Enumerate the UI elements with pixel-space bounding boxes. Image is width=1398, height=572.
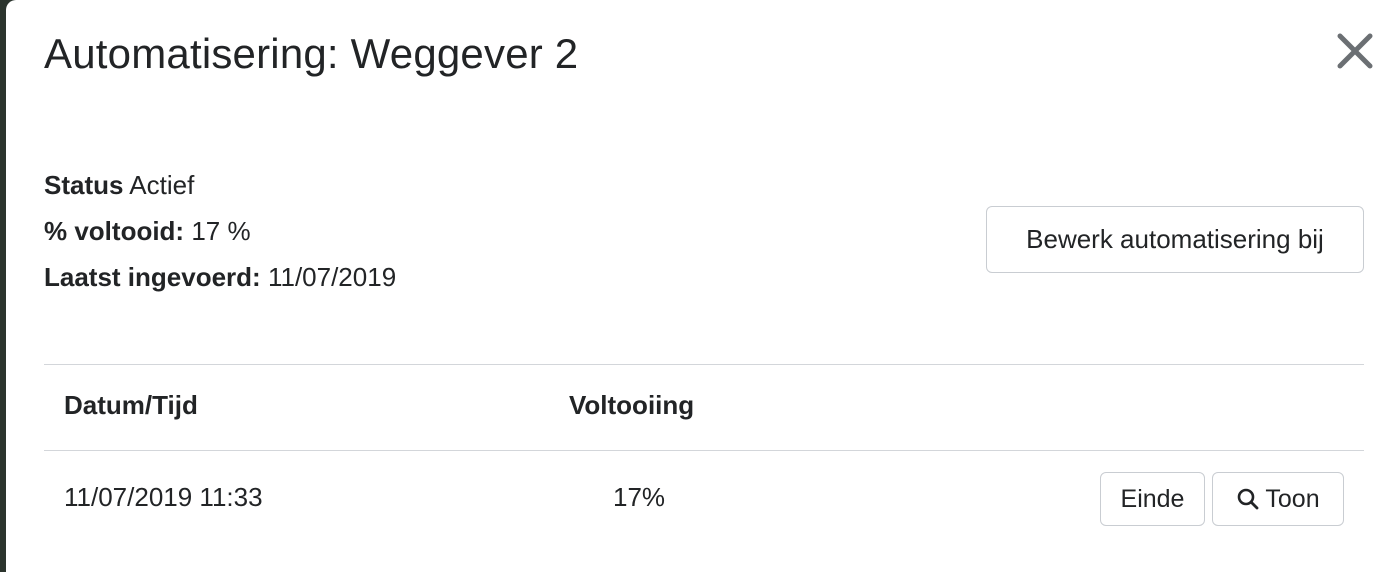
show-button[interactable]: Toon [1212, 472, 1344, 526]
last-entered-line: Laatst ingevoerd: 11/07/2019 [44, 254, 396, 300]
row-datetime: 11/07/2019 11:33 [64, 482, 263, 512]
table-top-divider [44, 364, 1364, 365]
automation-info: Status Actief % voltooid: 17 % Laatst in… [44, 162, 396, 300]
table-header-divider [44, 450, 1364, 451]
close-icon [1337, 33, 1373, 69]
automation-modal: Automatisering: Weggever 2 Status Actief… [6, 0, 1398, 572]
status-label: Status [44, 170, 124, 200]
modal-title: Automatisering: Weggever 2 [44, 30, 579, 77]
status-line: Status Actief [44, 162, 396, 208]
status-value: Actief [129, 170, 195, 200]
column-header-datetime: Datum/Tijd [64, 390, 198, 420]
last-entered-label: Laatst ingevoerd: [44, 262, 261, 292]
completed-line: % voltooid: 17 % [44, 208, 396, 254]
close-button[interactable] [1332, 28, 1378, 74]
show-button-label: Toon [1265, 484, 1320, 513]
last-entered-value: 11/07/2019 [267, 262, 397, 292]
search-icon [1238, 488, 1259, 510]
column-header-completion: Voltooiing [569, 390, 695, 420]
completed-value: 17 % [191, 216, 251, 246]
end-button[interactable]: Einde [1100, 472, 1205, 526]
completed-label: % voltooid: [44, 216, 185, 246]
edit-automation-button[interactable]: Bewerk automatisering bij [986, 206, 1364, 273]
row-completion: 17% [613, 482, 666, 512]
